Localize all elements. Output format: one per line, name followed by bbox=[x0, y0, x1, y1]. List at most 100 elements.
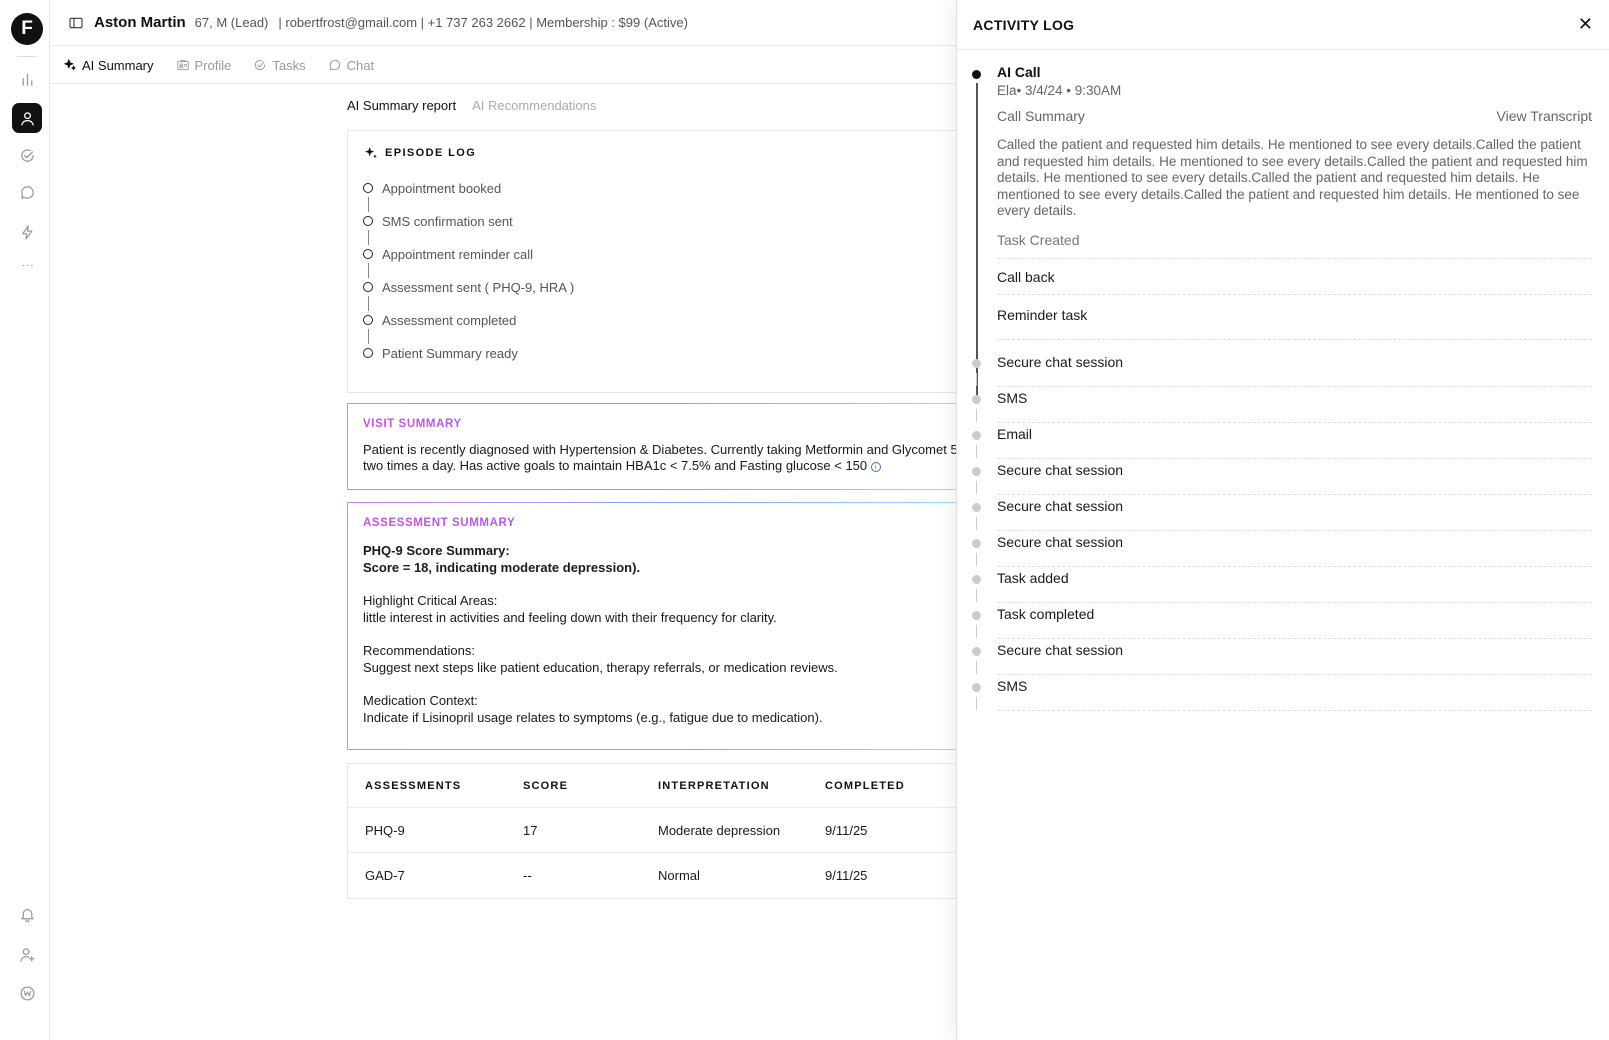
user-icon[interactable] bbox=[12, 103, 42, 133]
phq-score-title: PHQ-9 Score Summary: bbox=[363, 543, 510, 558]
tab-label: AI Summary bbox=[82, 57, 154, 73]
subtab-report[interactable]: AI Summary report bbox=[347, 98, 456, 113]
assessment-summary-title: ASSESSMENT SUMMARY bbox=[363, 517, 951, 529]
profile-card-icon bbox=[176, 59, 189, 71]
episode-connector bbox=[368, 197, 369, 212]
episode-connector bbox=[368, 230, 369, 245]
activity-event[interactable]: Task completed bbox=[957, 602, 1609, 639]
tab-label: Tasks bbox=[272, 57, 306, 73]
event-label: Email bbox=[997, 426, 1592, 459]
medication-context-title: Medication Context: bbox=[363, 693, 478, 708]
event-dot bbox=[972, 539, 981, 548]
table-cell: GAD-7 bbox=[365, 868, 405, 883]
info-icon[interactable]: i bbox=[870, 461, 881, 472]
w-circle-icon[interactable] bbox=[12, 978, 42, 1008]
visit-summary-title: VISIT SUMMARY bbox=[363, 418, 951, 430]
sparkle-icon bbox=[365, 147, 377, 159]
summary-subtabs: AI Summary report AI Recommendations bbox=[347, 98, 612, 113]
tab-label: Profile bbox=[194, 57, 232, 73]
ai-call-meta: Ela• 3/4/24 • 9:30AM bbox=[997, 83, 1122, 98]
episode-log-card: EPISODE LOG Appointment booked SMS confi… bbox=[347, 130, 967, 393]
view-transcript-link[interactable]: View Transcript bbox=[1497, 108, 1592, 124]
patient-header: Aston Martin 67, M (Lead) | robertfrost@… bbox=[51, 0, 956, 46]
activity-event[interactable]: SMS bbox=[957, 674, 1609, 711]
tab-label: Chat bbox=[346, 57, 375, 73]
event-connector bbox=[976, 697, 977, 710]
step-circle-icon bbox=[363, 348, 373, 358]
chat-bubble-icon[interactable] bbox=[12, 177, 42, 207]
episode-item-label: Appointment booked bbox=[382, 180, 502, 196]
activity-log-panel: ACTIVITY LOG ✕ AI Call Ela• 3/4/24 • 9:3… bbox=[956, 0, 1609, 1040]
task-item[interactable]: Call back bbox=[997, 259, 1592, 295]
event-connector bbox=[976, 373, 977, 386]
event-connector bbox=[976, 409, 977, 422]
activity-event[interactable]: Task added bbox=[957, 566, 1609, 603]
tab-profile[interactable]: Profile bbox=[176, 57, 232, 73]
activity-event[interactable]: Secure chat session bbox=[957, 530, 1609, 567]
recommendations-text: Suggest next steps like patient educatio… bbox=[363, 659, 838, 675]
table-header-row: ASSESSMENTS SCORE INTERPRETATION COMPLET… bbox=[348, 764, 966, 808]
episode-list: Appointment booked SMS confirmation sent… bbox=[363, 179, 951, 362]
event-connector bbox=[976, 445, 977, 458]
ai-call-entry: AI Call Ela• 3/4/24 • 9:30AM Call Summar… bbox=[997, 64, 1592, 340]
episode-connector bbox=[368, 296, 369, 311]
ai-call-title: AI Call bbox=[997, 64, 1041, 80]
activity-log-title: ACTIVITY LOG bbox=[973, 16, 1075, 33]
episode-connector bbox=[368, 329, 369, 344]
table-cell: PHQ-9 bbox=[365, 822, 405, 838]
activity-event[interactable]: SMS bbox=[957, 386, 1609, 423]
event-connector bbox=[976, 589, 977, 602]
table-row[interactable]: PHQ-9 17 Moderate depression 9/11/25 bbox=[348, 808, 966, 853]
icon-rail: F bbox=[0, 0, 50, 1040]
task-check-icon bbox=[255, 59, 266, 71]
sidebar-toggle-icon[interactable] bbox=[68, 15, 84, 31]
activity-event[interactable]: Secure chat session bbox=[957, 494, 1609, 531]
step-circle-icon bbox=[363, 183, 373, 193]
main-tabs: AI Summary Profile Tasks Chat bbox=[51, 47, 956, 84]
add-user-icon[interactable] bbox=[12, 939, 42, 969]
recommendations-title: Recommendations: bbox=[363, 643, 475, 658]
tab-chat[interactable]: Chat bbox=[328, 58, 374, 73]
activity-event[interactable]: Secure chat session bbox=[957, 638, 1609, 675]
table-cell: 9/11/25 bbox=[825, 868, 868, 883]
more-icon[interactable] bbox=[12, 250, 42, 280]
task-item[interactable]: Reminder task bbox=[997, 295, 1592, 340]
chat-icon bbox=[329, 59, 340, 71]
event-connector bbox=[976, 625, 977, 638]
episode-item-label: Appointment reminder call bbox=[382, 246, 534, 262]
step-circle-icon bbox=[363, 249, 373, 259]
table-header: COMPLETED bbox=[825, 779, 905, 792]
event-connector bbox=[976, 661, 977, 674]
check-circle-icon[interactable] bbox=[12, 140, 42, 170]
sparkle-icon bbox=[64, 59, 76, 71]
event-connector bbox=[976, 481, 977, 494]
critical-areas-text: little interest in activities and feelin… bbox=[363, 609, 777, 625]
close-icon[interactable]: ✕ bbox=[1578, 14, 1593, 35]
tab-tasks[interactable]: Tasks bbox=[253, 57, 306, 73]
chart-icon[interactable] bbox=[12, 64, 42, 94]
app-logo[interactable]: F bbox=[11, 13, 43, 45]
event-connector bbox=[976, 517, 977, 530]
episode-item: Appointment reminder call bbox=[363, 245, 951, 263]
activity-log-header: ACTIVITY LOG ✕ bbox=[957, 0, 1609, 50]
activity-event[interactable]: Email bbox=[957, 422, 1609, 459]
activity-event[interactable]: Secure chat session bbox=[957, 458, 1609, 495]
lightning-icon[interactable] bbox=[12, 217, 42, 247]
task-created-label: Task Created bbox=[997, 232, 1592, 259]
table-row[interactable]: GAD-7 -- Normal 9/11/25 bbox=[348, 853, 966, 898]
activity-event[interactable]: Secure chat session bbox=[957, 350, 1609, 387]
episode-connector bbox=[368, 263, 369, 278]
subtab-recommendations[interactable]: AI Recommendations bbox=[472, 98, 596, 113]
step-circle-icon bbox=[363, 216, 373, 226]
patient-name: Aston Martin bbox=[94, 14, 186, 31]
call-summary-row: Call Summary View Transcript bbox=[997, 108, 1592, 124]
table-cell: -- bbox=[523, 868, 532, 883]
episode-item: Patient Summary ready bbox=[363, 344, 951, 362]
episode-item-label: Assessment sent ( PHQ-9, HRA ) bbox=[382, 279, 575, 295]
episode-log-title: EPISODE LOG bbox=[363, 145, 951, 161]
episode-item: Appointment booked bbox=[363, 179, 951, 197]
episode-item-label: Assessment completed bbox=[382, 312, 517, 328]
tab-ai-summary[interactable]: AI Summary bbox=[63, 58, 154, 73]
table-cell: 9/11/25 bbox=[825, 822, 868, 838]
bell-icon[interactable] bbox=[12, 899, 42, 929]
